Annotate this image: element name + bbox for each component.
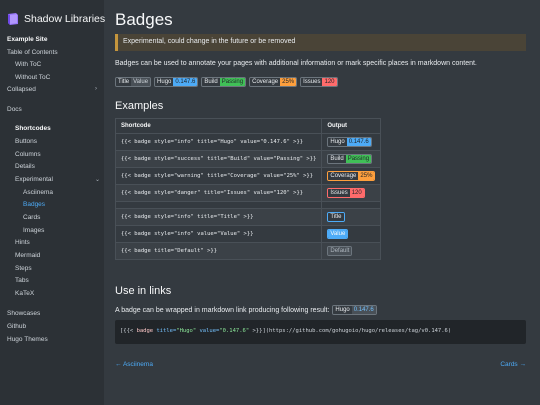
badge: Hugo 0.147.6 bbox=[327, 137, 372, 147]
sidebar: Shadow Libraries Example Site Table of C… bbox=[0, 0, 105, 405]
sidebar-item-hugo-themes[interactable]: Hugo Themes bbox=[7, 336, 48, 343]
chevron-right-icon[interactable]: › bbox=[95, 86, 97, 92]
main-content: Badges Experimental, could change in the… bbox=[114, 0, 530, 405]
prev-page-link[interactable]: ← Asciinema bbox=[115, 361, 153, 368]
sidebar-item-collapsed[interactable]: Collapsed bbox=[7, 86, 36, 93]
use-in-links-heading: Use in links bbox=[115, 285, 172, 297]
table-row: {{< badge style="warning" title="Coverag… bbox=[114, 167, 382, 185]
examples-table: Shortcode Output {{< badge style="info" … bbox=[114, 118, 382, 260]
chevron-down-icon[interactable]: ⌄ bbox=[95, 176, 100, 183]
demo-badge-row: Title Value Hugo 0.147.6 Build Passing Cove… bbox=[115, 77, 338, 87]
badge: Hugo 0.147.6 bbox=[154, 77, 199, 87]
experimental-notice: Experimental, could change in the future… bbox=[115, 34, 526, 51]
badge: Title Value bbox=[115, 77, 152, 87]
badge: Default bbox=[327, 246, 353, 256]
badge: Coverage 25% bbox=[327, 171, 376, 181]
sidebar-item-steps[interactable]: Steps bbox=[15, 265, 32, 272]
badge: Coverage 25% bbox=[249, 77, 298, 87]
link-example-text: A badge can be wrapped in markdown link … bbox=[115, 306, 330, 314]
table-row-spacer bbox=[114, 201, 382, 209]
sidebar-item-tabs[interactable]: Tabs bbox=[15, 277, 29, 284]
badge: Issues 120 bbox=[300, 77, 338, 87]
page-title: Badges bbox=[115, 10, 173, 29]
brand-title: Shadow Libraries bbox=[24, 13, 106, 25]
output-cell: Issues 120 bbox=[321, 184, 382, 202]
sidebar-item-example-site[interactable]: Example Site bbox=[7, 36, 47, 43]
hugo-badge-link[interactable]: Hugo 0.147.6 bbox=[332, 305, 377, 315]
sidebar-item-without-toc[interactable]: Without ToC bbox=[15, 74, 50, 81]
sidebar-item-hints[interactable]: Hints bbox=[15, 239, 30, 246]
link-example-line: A badge can be wrapped in markdown link … bbox=[115, 305, 377, 315]
sidebar-item-shortcodes[interactable]: Shortcodes bbox=[15, 125, 51, 132]
shortcode-cell: {{< badge style="info" title="Hugo" valu… bbox=[114, 133, 323, 151]
output-cell: Coverage 25% bbox=[321, 167, 382, 185]
output-cell: Title bbox=[321, 208, 382, 226]
sidebar-item-experimental[interactable]: Experimental bbox=[15, 176, 53, 183]
sidebar-item-docs[interactable]: Docs bbox=[7, 106, 22, 113]
shortcode-cell: {{< badge style="success" title="Build" … bbox=[114, 150, 323, 168]
table-row: {{< badge style="info" value="Value" >}}… bbox=[114, 225, 382, 243]
sidebar-item-katex[interactable]: KaTeX bbox=[15, 290, 34, 297]
table-row: {{< badge style="info" title="Hugo" valu… bbox=[114, 133, 382, 151]
badge: Issues 120 bbox=[327, 188, 365, 198]
next-page-link[interactable]: Cards → bbox=[500, 361, 526, 368]
examples-heading: Examples bbox=[115, 100, 164, 112]
sidebar-item-images[interactable]: Images bbox=[23, 227, 44, 234]
table-header: Shortcode bbox=[114, 118, 323, 134]
arrow-left-icon: ← bbox=[115, 361, 122, 368]
badge: Build Passing bbox=[201, 77, 247, 87]
table-row: {{< badge style="success" title="Build" … bbox=[114, 150, 382, 168]
badge: Title bbox=[327, 212, 345, 222]
shortcode-cell: {{< badge style="info" title="Title" >}} bbox=[114, 208, 323, 226]
brand[interactable]: Shadow Libraries bbox=[6, 12, 105, 26]
sidebar-item-details[interactable]: Details bbox=[15, 163, 35, 170]
sidebar-item-buttons[interactable]: Buttons bbox=[15, 138, 37, 145]
sidebar-item-cards[interactable]: Cards bbox=[23, 214, 40, 221]
sidebar-item-asciinema[interactable]: Asciinema bbox=[23, 189, 53, 196]
book-icon bbox=[8, 13, 18, 25]
shortcode-cell: {{< badge style="danger" title="Issues" … bbox=[114, 184, 323, 202]
table-row: {{< badge style="info" title="Title" >}}… bbox=[114, 208, 382, 226]
sidebar-item-table-of-contents[interactable]: Table of Contents bbox=[7, 49, 58, 56]
badge: Build Passing bbox=[327, 154, 373, 164]
intro-text: Badges can be used to annotate your page… bbox=[115, 60, 477, 67]
sidebar-item-with-toc[interactable]: With ToC bbox=[15, 61, 41, 68]
output-cell: Value bbox=[321, 225, 382, 243]
output-cell: Default bbox=[321, 242, 382, 260]
output-cell: Hugo 0.147.6 bbox=[321, 133, 382, 151]
sidebar-item-columns[interactable]: Columns bbox=[15, 151, 41, 158]
code-block: [{{< badge title="Hugo" value="0.147.6" … bbox=[115, 320, 526, 344]
sidebar-item-github[interactable]: Github bbox=[7, 323, 26, 330]
arrow-right-icon: → bbox=[519, 361, 527, 368]
shortcode-cell: {{< badge style="warning" title="Coverag… bbox=[114, 167, 323, 185]
sidebar-item-badges[interactable]: Badges bbox=[23, 201, 45, 208]
sidebar-item-mermaid[interactable]: Mermaid bbox=[15, 252, 40, 259]
table-row: {{< badge style="danger" title="Issues" … bbox=[114, 184, 382, 202]
shortcode-cell: {{< badge title="Default" >}} bbox=[114, 242, 323, 260]
badge: Value bbox=[327, 229, 349, 239]
sidebar-item-showcases[interactable]: Showcases bbox=[7, 310, 40, 317]
output-cell: Build Passing bbox=[321, 150, 382, 168]
shortcode-cell: {{< badge style="info" value="Value" >}} bbox=[114, 225, 323, 243]
table-row: {{< badge title="Default" >}} Default bbox=[114, 242, 382, 260]
table-header: Output bbox=[321, 118, 382, 134]
